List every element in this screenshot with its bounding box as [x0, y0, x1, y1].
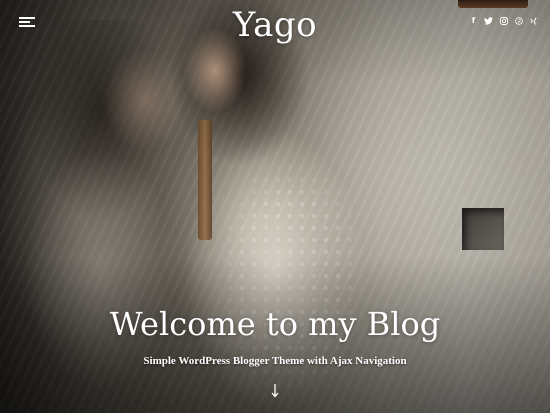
hero-overlay [0, 0, 550, 413]
pinterest-icon[interactable] [514, 16, 523, 26]
xing-icon[interactable] [529, 16, 538, 26]
hero-section: Yago f Welcome to my Blog Simple WordPre… [0, 0, 550, 413]
instagram-icon[interactable] [499, 16, 508, 26]
arrow-down-icon[interactable] [267, 382, 283, 400]
twitter-icon[interactable] [484, 16, 493, 26]
site-title[interactable]: Yago [0, 2, 550, 48]
social-links: f [469, 16, 538, 26]
facebook-icon[interactable]: f [469, 16, 478, 26]
hero-title: Welcome to my Blog [109, 305, 441, 343]
hero-subtitle: Simple WordPress Blogger Theme with Ajax… [143, 355, 407, 367]
